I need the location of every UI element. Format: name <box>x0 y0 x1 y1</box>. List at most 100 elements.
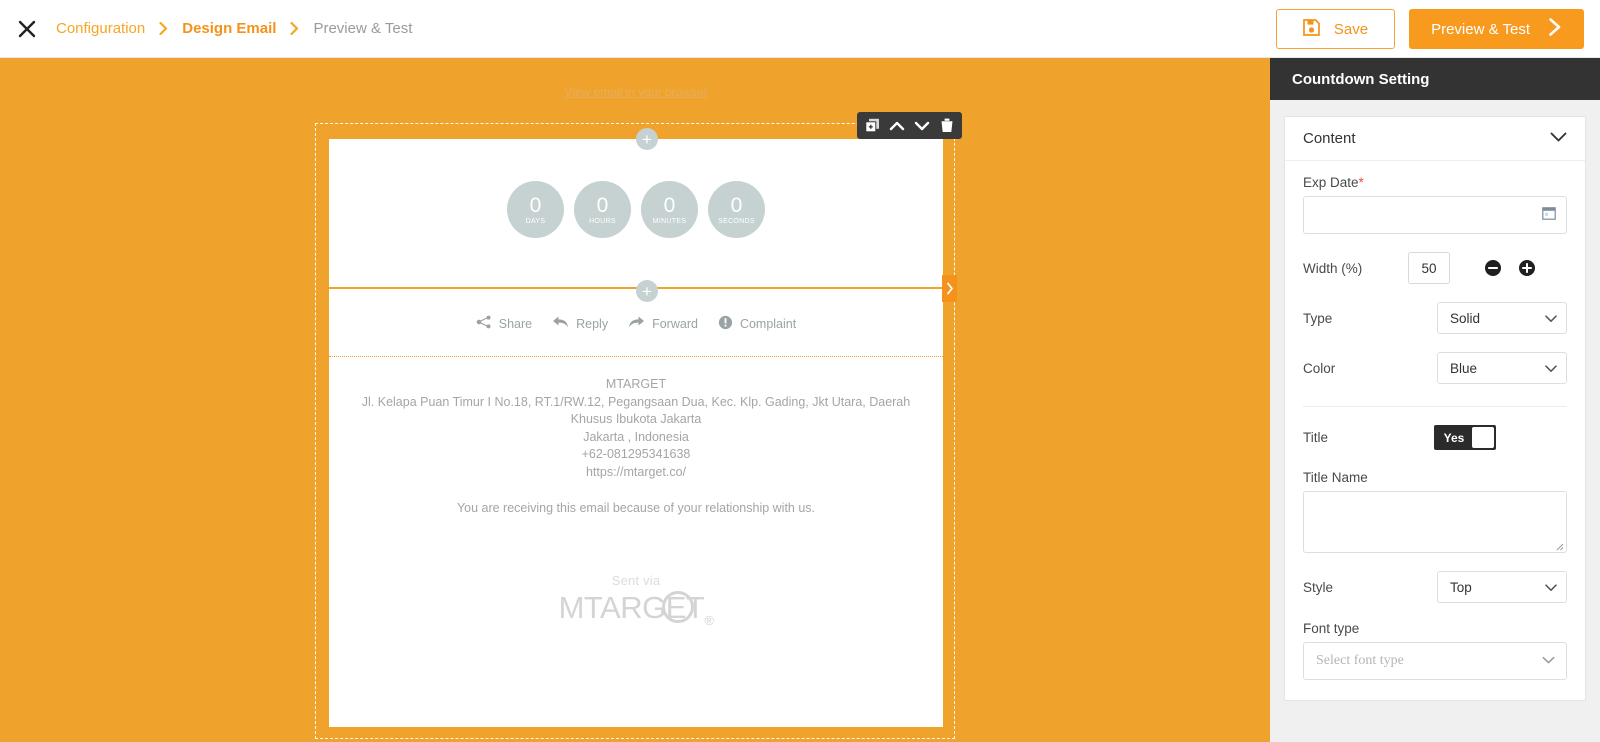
title-toggle[interactable]: Yes <box>1434 425 1496 450</box>
reply-action[interactable]: Reply <box>552 315 608 332</box>
resize-grip-icon[interactable] <box>1555 542 1564 551</box>
section-divider <box>1303 406 1567 407</box>
width-input[interactable]: 50 <box>1408 252 1450 284</box>
footer-phone: +62-081295341638 <box>581 447 691 461</box>
chevron-down-icon <box>1545 311 1557 326</box>
title-toggle-label: Title <box>1303 430 1329 445</box>
type-select-value: Solid <box>1450 310 1481 326</box>
style-select[interactable]: Top <box>1437 571 1567 603</box>
color-select[interactable]: Blue <box>1437 352 1567 384</box>
add-block-below-button[interactable]: + <box>636 280 658 302</box>
type-row: Type Solid <box>1303 302 1567 334</box>
mtarget-logo-ring-icon <box>661 591 694 623</box>
breadcrumb-item-preview-test: Preview & Test <box>313 20 413 37</box>
trash-icon[interactable] <box>936 115 958 137</box>
color-select-value: Blue <box>1450 360 1478 376</box>
share-label: Share <box>498 316 533 331</box>
footer-address: Jl. Kelapa Puan Timur I No.18, RT.1/RW.1… <box>361 394 911 427</box>
footer-website: https://mtarget.co/ <box>585 464 687 479</box>
font-type-select[interactable]: Select font type <box>1303 642 1567 680</box>
floppy-disk-icon <box>1303 18 1320 40</box>
font-type-label: Font type <box>1303 621 1360 636</box>
email-wrapper: View email in your browser + 0 DAYS 0 HO… <box>315 85 962 739</box>
minus-circle-icon[interactable] <box>1484 259 1502 277</box>
content-section-header[interactable]: Content <box>1285 117 1585 161</box>
footer-city: Jakarta , Indonesia <box>583 429 689 444</box>
exclamation-circle-icon <box>718 315 733 333</box>
mtarget-logo: MTARGET® <box>559 590 714 628</box>
complaint-action[interactable]: Complaint <box>718 315 796 333</box>
exp-date-input[interactable] <box>1303 196 1567 234</box>
footer-block[interactable]: MTARGET Jl. Kelapa Puan Timur I No.18, R… <box>329 358 943 727</box>
save-button-label: Save <box>1333 20 1369 38</box>
color-label: Color <box>1303 360 1336 376</box>
countdown-days-label: DAYS <box>525 217 546 225</box>
title-toggle-value: Yes <box>1443 430 1465 445</box>
color-row: Color Blue <box>1303 352 1567 384</box>
countdown-timer: 0 DAYS 0 HOURS 0 MINUTES 0 SECONDS <box>329 181 943 238</box>
countdown-hours-value: 0 <box>596 193 609 217</box>
complaint-label: Complaint <box>739 316 797 331</box>
breadcrumb-separator-icon <box>147 22 180 35</box>
title-name-label: Title Name <box>1303 470 1368 485</box>
countdown-seconds-label: SECONDS <box>718 217 755 225</box>
width-row: Width (%) 50 <box>1303 252 1567 284</box>
content-section-card: Content Exp Date* Width (%) 50 Type Soli… <box>1284 116 1586 701</box>
countdown-block[interactable]: + 0 DAYS 0 HOURS 0 MINUTES 0 SECONDS + <box>329 112 962 302</box>
preview-test-button[interactable]: Preview & Test <box>1409 9 1584 49</box>
countdown-unit-seconds: 0 SECONDS <box>708 181 765 238</box>
email-canvas[interactable]: View email in your browser + 0 DAYS 0 HO… <box>0 58 1270 742</box>
duplicate-icon[interactable] <box>861 115 883 137</box>
countdown-minutes-value: 0 <box>663 193 676 217</box>
mtarget-logo-mark: ® <box>704 613 714 629</box>
chevron-up-icon[interactable] <box>886 115 908 137</box>
title-toggle-row: Title Yes <box>1303 425 1567 450</box>
countdown-unit-minutes: 0 MINUTES <box>641 181 698 238</box>
chevron-right-icon <box>1548 18 1562 40</box>
forward-label: Forward <box>652 316 698 331</box>
top-bar: Configuration Design Email Preview & Tes… <box>0 0 1600 58</box>
width-label: Width (%) <box>1303 260 1363 276</box>
type-select[interactable]: Solid <box>1437 302 1567 334</box>
chevron-down-icon <box>1545 361 1557 376</box>
plus-circle-icon[interactable] <box>1518 259 1536 277</box>
breadcrumb-item-design-email[interactable]: Design Email <box>180 20 278 37</box>
caret-down-icon <box>1542 653 1555 669</box>
countdown-unit-hours: 0 HOURS <box>574 181 631 238</box>
required-marker: * <box>1358 175 1364 190</box>
content-section-body: Exp Date* Width (%) 50 Type Solid Color … <box>1285 161 1585 700</box>
preview-test-button-label: Preview & Test <box>1431 20 1530 38</box>
footer-company: MTARGET <box>605 377 667 391</box>
calendar-icon[interactable] <box>1542 206 1556 225</box>
font-type-placeholder: Select font type <box>1316 653 1404 668</box>
view-in-browser-link[interactable]: View email in your browser <box>316 85 956 99</box>
countdown-unit-days: 0 DAYS <box>507 181 564 238</box>
style-select-value: Top <box>1450 579 1472 595</box>
close-icon[interactable] <box>0 0 54 58</box>
width-stepper <box>1484 259 1536 277</box>
share-action[interactable]: Share <box>476 315 532 332</box>
block-expand-handle[interactable] <box>942 275 957 302</box>
save-button[interactable]: Save <box>1275 9 1396 49</box>
type-label: Type <box>1303 310 1333 326</box>
title-toggle-knob <box>1472 427 1494 448</box>
content-section-title: Content <box>1303 130 1356 147</box>
social-actions-block[interactable]: Share Reply Forward Complaint <box>329 291 943 357</box>
panel-title: Countdown Setting <box>1270 58 1600 100</box>
countdown-seconds-value: 0 <box>730 193 743 217</box>
exp-date-label: Exp Date* <box>1303 175 1567 190</box>
reply-label: Reply <box>576 316 609 331</box>
breadcrumb-item-configuration[interactable]: Configuration <box>54 20 147 37</box>
add-block-above-button[interactable]: + <box>636 128 658 150</box>
countdown-hours-label: HOURS <box>589 217 616 225</box>
style-label: Style <box>1303 579 1334 595</box>
title-name-textarea[interactable] <box>1303 491 1567 553</box>
top-bar-actions: Save Preview & Test <box>1275 0 1584 58</box>
forward-arrow-icon <box>628 315 645 332</box>
forward-action[interactable]: Forward <box>628 315 698 332</box>
chevron-down-icon[interactable] <box>911 115 933 137</box>
settings-panel: Countdown Setting Content Exp Date* Widt… <box>1270 58 1600 742</box>
email-body: + 0 DAYS 0 HOURS 0 MINUTES 0 SECONDS + S… <box>329 112 962 727</box>
sent-via-label: Sent via <box>611 573 661 588</box>
chevron-down-icon[interactable] <box>1550 130 1567 148</box>
